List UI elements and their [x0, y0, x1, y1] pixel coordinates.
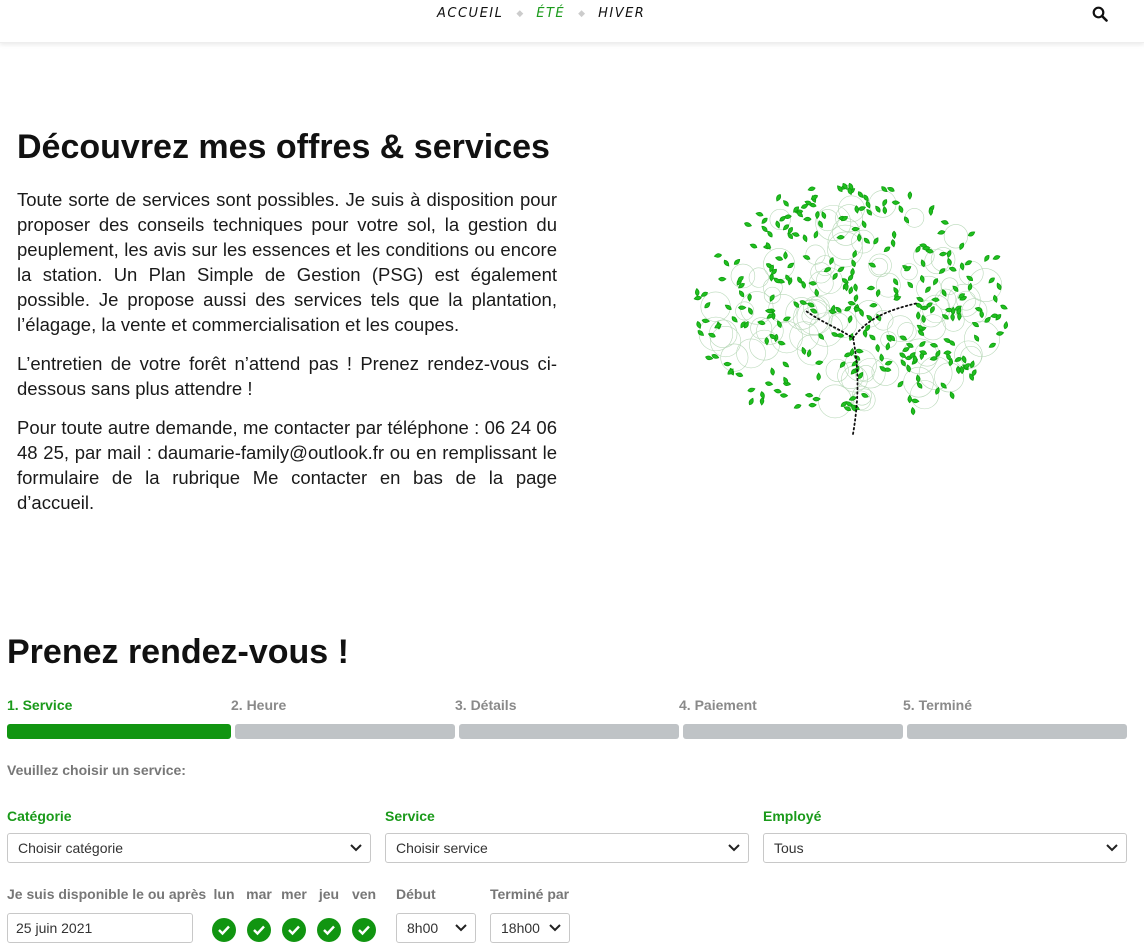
service-select-value: Choisir service: [396, 840, 488, 856]
nav-item-accueil[interactable]: ACCUEIL: [437, 6, 503, 21]
step-paiement: 4. Paiement: [679, 697, 757, 713]
top-navigation: ACCUEIL ◆ ÉTÉ ◆ HIVER: [0, 0, 1144, 43]
step-bar-paiement: [683, 724, 903, 739]
chevron-down-icon: [549, 924, 561, 932]
chevron-down-icon: [455, 924, 467, 932]
step-bar-termine: [907, 724, 1127, 739]
step-details: 3. Détails: [455, 697, 517, 713]
check-icon: [358, 925, 370, 936]
step-service: 1. Service: [7, 697, 73, 713]
step-bar-service: [7, 724, 231, 739]
services-description: Toute sorte de services sont possibles. …: [17, 187, 557, 529]
day-checkbox-mer[interactable]: [282, 918, 306, 942]
employee-select-value: Tous: [774, 840, 804, 856]
step-heure: 2. Heure: [231, 697, 287, 713]
day-checkbox-ven[interactable]: [352, 918, 376, 942]
check-icon: [323, 925, 335, 936]
services-paragraph-1: Toute sorte de services sont possibles. …: [17, 189, 557, 335]
day-label-lun: lun: [213, 886, 235, 902]
chevron-down-icon: [728, 844, 740, 852]
day-label-ven: ven: [351, 886, 377, 902]
availability-label: Je suis disponible le ou après: [7, 886, 207, 902]
day-checkbox-mar[interactable]: [247, 918, 271, 942]
end-time-label: Terminé par: [490, 886, 570, 902]
services-paragraph-3: Pour toute autre demande, me contacter p…: [17, 417, 557, 513]
category-label: Catégorie: [7, 808, 72, 824]
day-label-mer: mer: [281, 886, 307, 902]
step-bar-details: [459, 724, 679, 739]
services-paragraph-2: L’entretien de votre forêt n’attend pas …: [17, 353, 557, 399]
service-label: Service: [385, 808, 435, 824]
service-select[interactable]: Choisir service: [385, 833, 749, 863]
nav-separator-icon: ◆: [516, 8, 524, 18]
day-label-mar: mar: [246, 886, 272, 902]
end-time-select[interactable]: 18h00: [490, 913, 570, 943]
choose-service-label: Veuillez choisir un service:: [7, 762, 186, 778]
step-bar-heure: [235, 724, 455, 739]
date-input[interactable]: 25 juin 2021: [7, 913, 193, 943]
employee-label: Employé: [763, 808, 822, 824]
day-checkbox-jeu[interactable]: [317, 918, 341, 942]
tree-illustration: [693, 182, 1009, 435]
nav-item-hiver[interactable]: HIVER: [598, 6, 645, 21]
start-time-label: Début: [396, 886, 436, 902]
start-time-select[interactable]: 8h00: [396, 913, 476, 943]
category-select[interactable]: Choisir catégorie: [7, 833, 371, 863]
day-checkbox-lun[interactable]: [212, 918, 236, 942]
employee-select[interactable]: Tous: [763, 833, 1127, 863]
booking-title: Prenez rendez-vous !: [7, 633, 349, 671]
nav-links: ACCUEIL ◆ ÉTÉ ◆ HIVER: [437, 6, 645, 21]
booking-steps: 1. Service 2. Heure 3. Détails 4. Paieme…: [7, 697, 1127, 739]
chevron-down-icon: [1106, 844, 1118, 852]
check-icon: [288, 925, 300, 936]
day-label-jeu: jeu: [318, 886, 340, 902]
nav-item-ete[interactable]: ÉTÉ: [536, 6, 565, 21]
start-time-value: 8h00: [407, 920, 439, 936]
check-icon: [218, 925, 230, 936]
search-icon[interactable]: [1092, 6, 1108, 22]
check-icon: [253, 925, 265, 936]
step-termine: 5. Terminé: [903, 697, 972, 713]
end-time-value: 18h00: [501, 920, 540, 936]
category-select-value: Choisir catégorie: [18, 840, 124, 856]
services-title: Découvrez mes offres & services: [17, 128, 550, 166]
nav-separator-icon: ◆: [578, 8, 586, 18]
chevron-down-icon: [350, 844, 362, 852]
